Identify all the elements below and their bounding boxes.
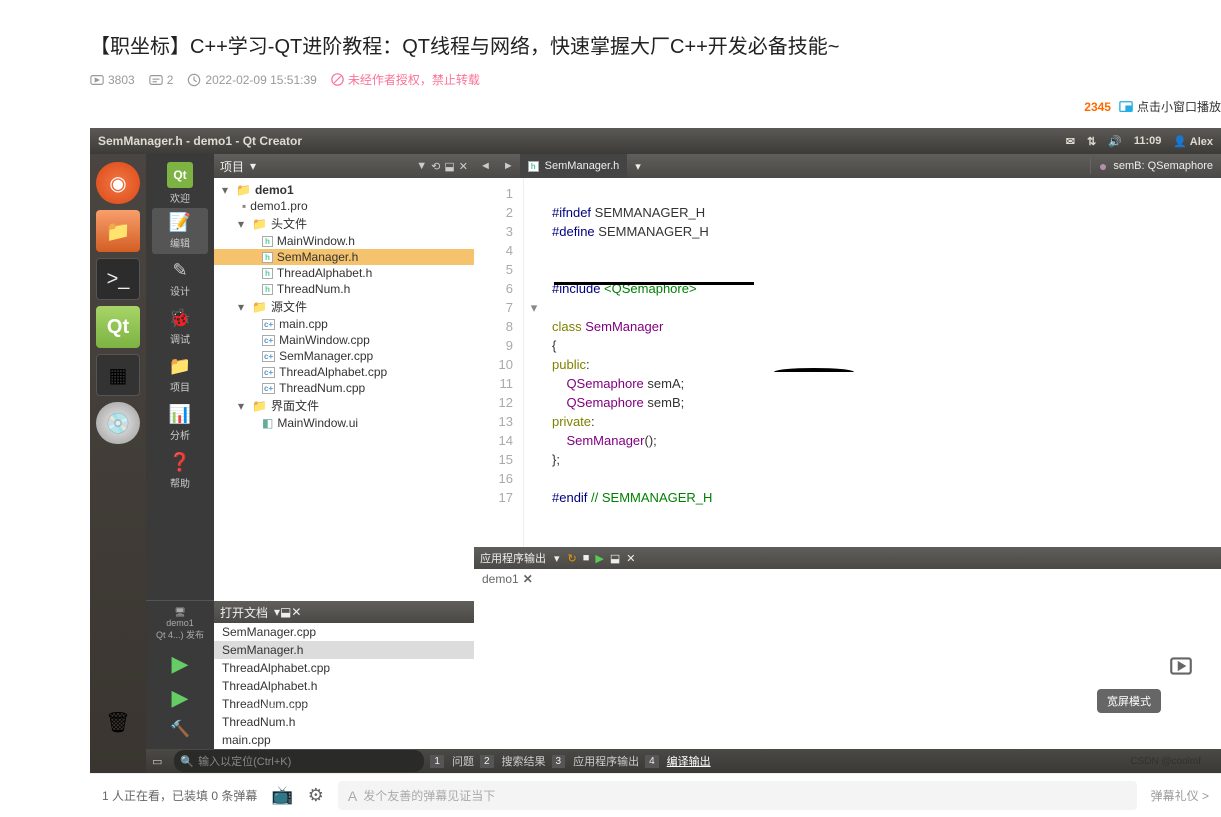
- clock: 11:09: [1134, 135, 1162, 147]
- sync-icon[interactable]: ⟲: [431, 160, 440, 173]
- mode-welcome[interactable]: Qt欢迎: [152, 160, 208, 206]
- locator-bar: ▭ 🔍 输入以定位(Ctrl+K) 1问题 2搜索结果 3应用程序输出 4编译输…: [146, 749, 1221, 773]
- open-docs-header: 打开文档▾ ⬓✕: [214, 601, 474, 623]
- split-icon[interactable]: ⬓: [444, 160, 454, 173]
- build-button[interactable]: 🔨: [170, 719, 190, 739]
- mode-analyze[interactable]: 📊分析: [152, 400, 208, 446]
- mode-help[interactable]: ❓帮助: [152, 448, 208, 494]
- views: 3803: [90, 73, 135, 87]
- page-meta: 3803 2 2022-02-09 15:51:39 未经作者授权，禁止转载: [90, 71, 1131, 96]
- symbol-selector[interactable]: ●semB: QSemaphore: [1090, 158, 1221, 174]
- file-tab[interactable]: hSemManager.h: [520, 154, 628, 178]
- sound-icon[interactable]: 🔊: [1108, 135, 1122, 148]
- nav-fwd-icon[interactable]: ►: [497, 160, 520, 172]
- code-editor[interactable]: 1 2 3 4 5 6 7 8 9 10 11 12 13 14 15 16 1…: [474, 178, 1221, 547]
- issues-button[interactable]: 1: [430, 755, 444, 768]
- mail-icon[interactable]: ✉: [1066, 135, 1075, 148]
- logo-2345: 2345: [1084, 100, 1111, 114]
- output-header: 应用程序输出▾ ↻ ■ ▶ ⬓ ✕: [474, 547, 1221, 569]
- mode-debug[interactable]: 🐞调试: [152, 304, 208, 350]
- mode-design[interactable]: ✎设计: [152, 256, 208, 302]
- files-icon[interactable]: 📁: [96, 210, 140, 252]
- workspace-icon[interactable]: ▦: [96, 354, 140, 396]
- csdn-watermark: CSDN @coolmf: [1130, 756, 1201, 767]
- search-results-button[interactable]: 2: [480, 755, 494, 768]
- annotation-underline: [554, 282, 754, 285]
- debug-run-button[interactable]: ▶: [172, 685, 189, 711]
- disc-icon[interactable]: 💿: [96, 402, 140, 444]
- pip-button[interactable]: 点击小窗口播放: [1119, 98, 1221, 115]
- user-menu[interactable]: 👤 Alex: [1173, 135, 1213, 148]
- network-icon[interactable]: ⇅: [1087, 135, 1096, 148]
- widescreen-button[interactable]: 宽屏模式: [1097, 689, 1161, 713]
- danmu-input[interactable]: A发个友善的弹幕见证当下: [338, 781, 1137, 810]
- ubuntu-launcher: ◉ 📁 >_ Qt ▦ 💿 🗑: [90, 154, 146, 773]
- nav-back-icon[interactable]: ◄: [474, 160, 497, 172]
- compile-output-button[interactable]: 4: [645, 755, 659, 768]
- danmu-etiquette[interactable]: 弹幕礼仪 >: [1151, 787, 1209, 804]
- repost-notice: 未经作者授权，禁止转载: [331, 71, 480, 88]
- locator-input[interactable]: 🔍 输入以定位(Ctrl+K): [174, 750, 424, 772]
- output-tab[interactable]: demo1 ✕: [474, 569, 541, 589]
- page-title: 【职坐标】C++学习-QT进阶教程：QT线程与网络，快速掌握大厂C++开发必备技…: [90, 10, 1131, 71]
- stop-icon[interactable]: ■: [583, 552, 590, 564]
- mode-projects[interactable]: 📁项目: [152, 352, 208, 398]
- terminal-icon[interactable]: >_: [96, 258, 140, 300]
- replay-button[interactable]: [1159, 644, 1203, 688]
- qtcreator-icon[interactable]: Qt: [96, 306, 140, 348]
- progress-time: 05:48 / 20:37: [248, 703, 312, 715]
- publish-time: 2022-02-09 15:51:39: [187, 73, 316, 87]
- open-docs-list[interactable]: SemManager.cpp SemManager.h ThreadAlphab…: [214, 623, 474, 749]
- window-titlebar: SemManager.h - demo1 - Qt Creator ✉ ⇅ 🔊 …: [90, 128, 1221, 154]
- project-panel-header: 项目▾ ▼⟲⬓✕: [214, 154, 474, 178]
- danmu-toggle-icon[interactable]: 📺: [271, 785, 293, 806]
- target-selector[interactable]: 🖥demo1Qt 4...) 发布: [146, 600, 214, 647]
- app-output-button[interactable]: 3: [552, 755, 566, 768]
- viewer-count: 1 人正在看，已装填 0 条弹幕: [102, 787, 257, 804]
- video-player[interactable]: SemManager.h - demo1 - Qt Creator ✉ ⇅ 🔊 …: [90, 128, 1221, 773]
- line-numbers: 1 2 3 4 5 6 7 8 9 10 11 12 13 14 15 16 1…: [474, 178, 524, 547]
- run-button[interactable]: ▶: [172, 651, 189, 677]
- output-split-icon[interactable]: ⬓: [610, 552, 620, 565]
- annotation-arrow: [774, 368, 854, 376]
- watermark: 职坐标: [1129, 263, 1201, 295]
- trash-icon[interactable]: 🗑: [96, 701, 140, 743]
- filter-icon[interactable]: ▼: [416, 160, 427, 173]
- danmu-settings-icon[interactable]: ⚙: [308, 785, 324, 806]
- output-pane-toggle-icon[interactable]: ▭: [146, 755, 168, 768]
- dash-icon[interactable]: ◉: [96, 162, 140, 204]
- close-panel-icon[interactable]: ✕: [459, 160, 468, 173]
- project-tree[interactable]: ▾📁demo1 ▪demo1.pro ▾📁头文件 hMainWindow.h h…: [214, 178, 474, 601]
- mode-bar: Qt欢迎 📝编辑 ✎设计 🐞调试 📁项目 📊分析 ❓帮助 🖥demo1Qt 4.…: [146, 154, 214, 749]
- danmu-bar: 1 人正在看，已装填 0 条弹幕 📺 ⚙ A发个友善的弹幕见证当下 弹幕礼仪 >: [90, 773, 1221, 817]
- mode-edit[interactable]: 📝编辑: [152, 208, 208, 254]
- output-close-icon[interactable]: ✕: [626, 552, 635, 565]
- output-pane[interactable]: demo1 ✕: [474, 569, 1221, 749]
- danmaku-count: 2: [149, 73, 174, 87]
- play-icon[interactable]: ▶: [595, 552, 603, 565]
- editor-toolbar: ◄ ► hSemManager.h ▾ ●semB: QSemaphore: [474, 154, 1221, 178]
- rerun-icon[interactable]: ↻: [568, 552, 577, 565]
